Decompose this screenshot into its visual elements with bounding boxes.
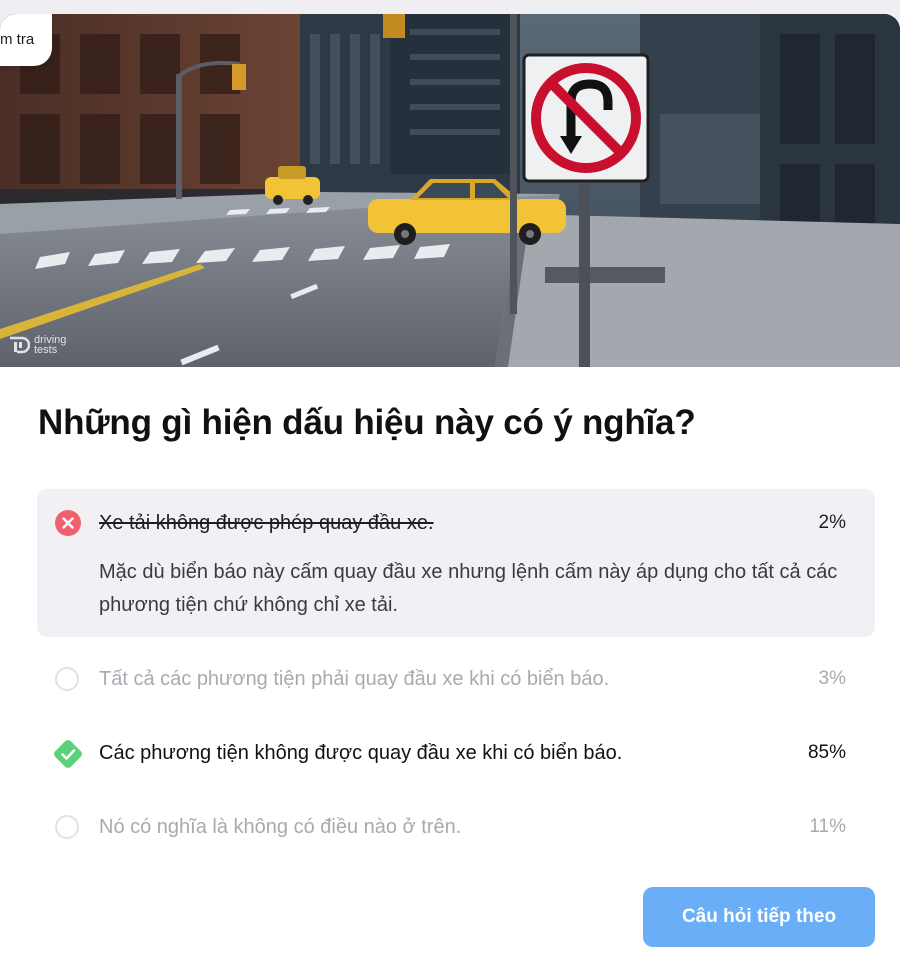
answer-text: Nó có nghĩa là không có điều nào ở trên. <box>99 816 462 838</box>
answer-percent: 3% <box>818 668 846 689</box>
answer-option-3[interactable]: Các phương tiện không được quay đầu xe k… <box>37 737 875 777</box>
empty-circle-icon <box>55 815 79 839</box>
next-question-button[interactable]: Câu hỏi tiếp theo <box>643 887 875 947</box>
answer-option-4[interactable]: Nó có nghĩa là không có điều nào ở trên.… <box>37 812 875 848</box>
back-button-label: m tra <box>0 31 35 48</box>
answer-text: Các phương tiện không được quay đầu xe k… <box>99 742 623 764</box>
question-image <box>0 14 900 367</box>
answer-percent: 2% <box>818 512 846 533</box>
answer-percent: 85% <box>807 742 846 763</box>
empty-circle-icon <box>55 667 79 691</box>
answer-text: Tất cả các phương tiện phải quay đầu xe … <box>99 668 610 690</box>
answer-explanation: Mặc dù biển báo này cấm quay đầu xe nhưn… <box>99 561 838 616</box>
answer-option-2[interactable]: Tất cả các phương tiện phải quay đầu xe … <box>37 664 875 700</box>
quiz-card: m tra driving tests Những gì hiện dấu hi… <box>0 14 900 980</box>
watermark-line2: tests <box>34 344 58 356</box>
back-button[interactable]: m tra <box>0 14 52 66</box>
question-text: Những gì hiện dấu hiệu này có ý nghĩa? <box>38 403 696 442</box>
check-diamond-icon <box>54 740 82 768</box>
answer-option-1[interactable]: Xe tải không được phép quay đầu xe. 2% M… <box>37 489 875 637</box>
answer-percent: 11% <box>809 816 846 837</box>
watermark: driving tests <box>8 335 74 356</box>
answer-text: Xe tải không được phép quay đầu xe. <box>99 512 434 534</box>
x-circle-icon <box>55 510 81 536</box>
driving-tests-logo-icon <box>10 336 30 354</box>
